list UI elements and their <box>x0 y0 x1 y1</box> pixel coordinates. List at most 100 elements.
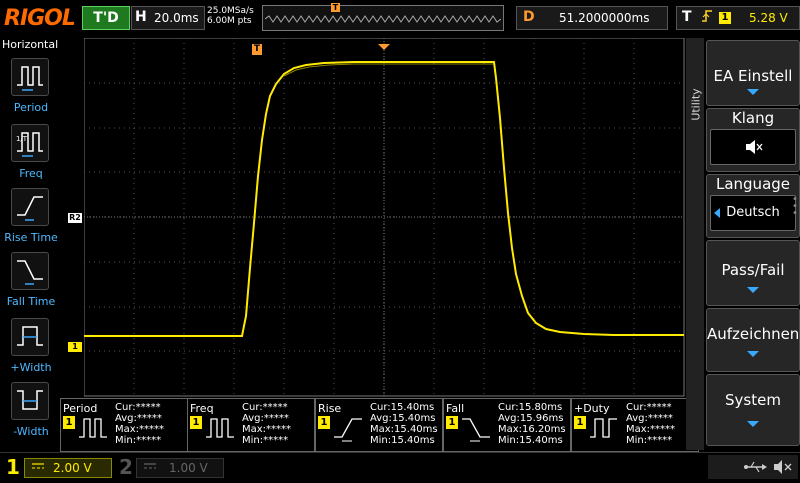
measurement-channel: 1 <box>574 416 586 429</box>
stat-cur: Cur:***** <box>626 402 672 413</box>
stat-max: Max:16.20ms <box>498 424 566 435</box>
sound-mute-icon <box>710 129 796 165</box>
fall-time-icon <box>11 252 49 290</box>
measure-item-plus-width[interactable]: +Width <box>0 318 60 380</box>
stat-max: Max:***** <box>242 424 292 435</box>
stat-cur: Cur:***** <box>242 402 288 413</box>
menu-button-label: Language <box>715 175 791 193</box>
chevron-left-icon <box>714 208 720 218</box>
channel-2-number[interactable]: 2 <box>119 455 133 479</box>
measurement-rise[interactable]: Rise 1 Cur:15.40ms Avg:15.40ms Max:15.40… <box>315 398 443 452</box>
measure-category-title: Horizontal <box>2 38 59 51</box>
measurement-stats: Cur:15.80ms Avg:15.96ms Max:16.20ms Min:… <box>498 402 566 446</box>
menu-button-label: System <box>725 391 781 409</box>
utility-menu: Utility EA Einstell Klang Language Deuts… <box>686 38 800 450</box>
sample-rate: 25.0MSa/s <box>207 6 254 16</box>
timebase-box[interactable]: H 20.0ms <box>131 6 205 30</box>
run-state-badge[interactable]: T'D <box>82 6 130 30</box>
menu-button-label: Pass/Fail <box>721 261 785 279</box>
measurement-period[interactable]: Period 1 Cur:***** Avg:***** Max:***** M… <box>60 398 188 452</box>
stat-max: Max:15.40ms <box>370 424 438 435</box>
menu-button-label: Klang <box>731 109 775 127</box>
measure-item-label: -Width <box>13 425 49 438</box>
brand-logo: RIGOL <box>4 6 76 31</box>
chevron-down-icon <box>747 89 759 95</box>
delay-label: D <box>523 9 535 25</box>
measurement-fall[interactable]: Fall 1 Cur:15.80ms Avg:15.96ms Max:16.20… <box>443 398 571 452</box>
measure-item-label: +Width <box>10 361 52 374</box>
dc-coupling-icon <box>143 460 157 475</box>
aufzeichnen-button[interactable]: Aufzeichnen <box>706 308 800 372</box>
memory-waveform-preview <box>265 15 501 23</box>
stat-max: Max:***** <box>626 424 676 435</box>
minus-width-icon <box>11 382 49 420</box>
channel-1-scale: 2.00 V <box>53 461 92 475</box>
rise-time-icon <box>334 418 362 442</box>
measurement-name: Rise <box>318 402 342 415</box>
stat-avg: Avg:***** <box>115 413 162 424</box>
dc-coupling-icon <box>31 460 45 475</box>
language-button[interactable]: Language Deutsch <box>706 174 800 238</box>
channel-1-number[interactable]: 1 <box>6 455 20 479</box>
measure-item-freq[interactable]: 1/T Freq <box>0 124 60 186</box>
measurement-stats: Cur:***** Avg:***** Max:***** Min:***** <box>242 402 291 446</box>
language-selector[interactable]: Deutsch <box>710 195 796 231</box>
measure-item-label: Freq <box>19 167 43 180</box>
memory-depth: 6.00M pts <box>207 16 252 26</box>
measure-item-fall-time[interactable]: Fall Time <box>0 252 60 314</box>
channel-2-scale-box[interactable]: 1.00 V <box>136 458 224 478</box>
timebase-value: 20.0ms <box>154 11 199 25</box>
system-button[interactable]: System <box>706 374 800 446</box>
channel-1-scale-box[interactable]: 2.00 V <box>24 458 112 478</box>
measurement-plus-duty[interactable]: +Duty 1 Cur:***** Avg:***** Max:***** Mi… <box>571 398 699 452</box>
stat-max: Max:***** <box>115 424 165 435</box>
klang-button[interactable]: Klang <box>706 108 800 172</box>
measurement-name: Fall <box>446 402 465 415</box>
rising-edge-icon <box>701 9 713 27</box>
measurement-freq[interactable]: Freq 1 Cur:***** Avg:***** Max:***** Min… <box>187 398 315 452</box>
plus-width-icon <box>11 318 49 356</box>
delay-box[interactable]: D 51.2000000ms <box>516 6 668 30</box>
measure-item-label: Fall Time <box>6 295 56 308</box>
memory-overview-bar <box>262 5 504 31</box>
stat-min: Min:***** <box>115 435 162 446</box>
stat-avg: Avg:***** <box>626 413 673 424</box>
measurement-channel: 1 <box>318 416 330 429</box>
waveform-trigger-time-marker: T <box>252 44 262 55</box>
measure-item-period[interactable]: Period <box>0 58 60 120</box>
delay-value: 51.2000000ms <box>559 11 650 25</box>
speaker-mute-icon <box>774 460 792 474</box>
measurement-name: Freq <box>190 402 214 415</box>
measure-item-label: Period <box>13 101 49 114</box>
measure-item-minus-width[interactable]: -Width <box>0 382 60 444</box>
duty-cycle-icon <box>590 418 617 438</box>
trigger-label: T <box>682 9 692 25</box>
chevron-down-icon <box>747 421 759 427</box>
measure-item-rise-time[interactable]: Rise Time <box>0 188 60 250</box>
chevron-down-icon <box>747 351 759 357</box>
trigger-source-badge: 1 <box>719 12 731 24</box>
waveform-display[interactable] <box>84 38 686 398</box>
language-value: Deutsch <box>726 205 780 220</box>
stat-min: Min:***** <box>242 435 289 446</box>
menu-section-tab: Utility <box>686 38 704 450</box>
trigger-box[interactable]: T 1 5.28 V <box>676 6 800 30</box>
stat-min: Min:15.40ms <box>370 435 435 446</box>
system-tray <box>708 455 798 479</box>
trigger-level: 5.28 V <box>749 11 788 25</box>
channel-2-scale: 1.00 V <box>169 461 208 475</box>
ref-2-marker: R2 <box>68 213 82 223</box>
menu-page-indicator: • • • <box>792 194 798 219</box>
menu-button-label: EA Einstell <box>713 67 793 85</box>
measurement-stats: Cur:***** Avg:***** Max:***** Min:***** <box>626 402 675 446</box>
usb-icon <box>744 461 767 473</box>
stat-min: Min:***** <box>626 435 673 446</box>
freq-icon: 1/T <box>11 124 49 162</box>
stat-avg: Avg:15.96ms <box>498 413 564 424</box>
period-icon <box>79 418 107 438</box>
pass-fail-button[interactable]: Pass/Fail <box>706 240 800 306</box>
measurement-name: +Duty <box>574 402 610 415</box>
menu-button-label: Aufzeichnen <box>707 325 800 343</box>
ea-einstell-button[interactable]: EA Einstell <box>706 40 800 106</box>
channel-1-offset-marker[interactable]: 1 <box>68 342 82 352</box>
